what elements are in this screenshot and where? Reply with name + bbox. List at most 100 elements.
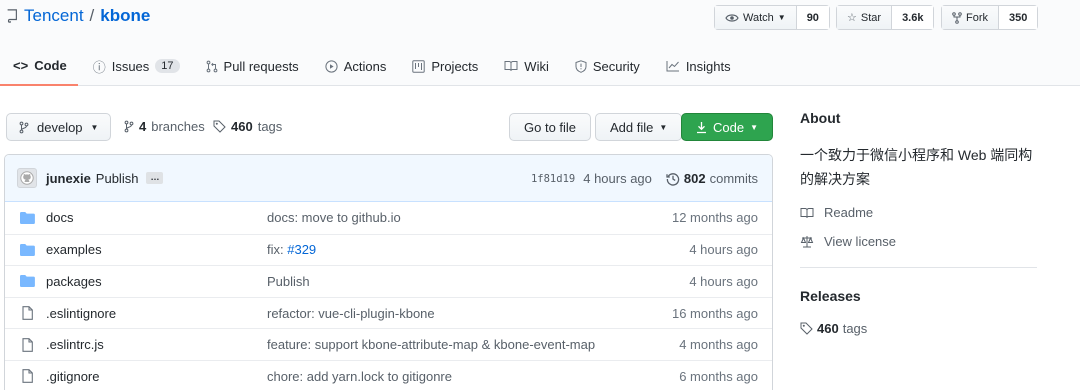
- tab-insights-label: Insights: [685, 58, 731, 74]
- issue-icon: ⓘ: [92, 59, 106, 75]
- tab-projects[interactable]: Projects: [399, 46, 489, 86]
- file-name-link[interactable]: .eslintignore: [46, 306, 116, 321]
- fork-count[interactable]: 350: [999, 6, 1038, 29]
- watch-label: Watch: [743, 11, 774, 24]
- tags-count: 460: [231, 119, 253, 134]
- code-button[interactable]: Code ▼: [681, 113, 773, 141]
- code-button-label: Code: [713, 119, 745, 135]
- commit-message[interactable]: Publish: [96, 171, 139, 186]
- table-row[interactable]: packages Publish 4 hours ago: [5, 265, 772, 297]
- commits-count: 802: [683, 171, 706, 186]
- file-commit-text: feature: support kbone-attribute-map & k…: [267, 337, 596, 353]
- file-rows: docs docs: move to github.io 12 months ago…: [5, 202, 772, 390]
- fork-button[interactable]: Fork: [942, 6, 999, 29]
- fork-icon: [952, 11, 962, 24]
- file-commit-age: 16 months ago: [671, 305, 758, 321]
- repo-name-link[interactable]: kbone: [100, 6, 150, 26]
- readme-label: Readme: [824, 205, 874, 220]
- releases-tags-count: 460: [817, 321, 839, 336]
- file-name-link[interactable]: examples: [46, 242, 102, 257]
- file-commit-message[interactable]: Publish: [267, 274, 310, 289]
- file-icon-wrap: [19, 306, 35, 320]
- file-name-link[interactable]: docs: [46, 210, 73, 225]
- file-commit-age: 6 months ago: [679, 368, 758, 384]
- releases-tags-link[interactable]: 460 tags: [800, 321, 1040, 336]
- file-commit-message[interactable]: feature: support kbone-attribute-map & k…: [267, 337, 595, 352]
- pull-request-icon: [206, 60, 217, 72]
- file-name-link[interactable]: packages: [46, 274, 102, 289]
- table-row[interactable]: .gitignore chore: add yarn.lock to gitigo…: [5, 359, 772, 390]
- commits-label: commits: [709, 171, 758, 186]
- sidebar-divider: [800, 267, 1037, 268]
- repo-owner-link[interactable]: Tencent: [24, 6, 84, 26]
- caret-down-icon: ▼: [777, 13, 786, 22]
- tab-security[interactable]: Security: [562, 46, 651, 86]
- add-file-button[interactable]: Add file ▼: [595, 113, 683, 141]
- star-button[interactable]: ☆ Star: [837, 6, 893, 29]
- file-commit-text: chore: add yarn.lock to gitigonre: [267, 368, 452, 384]
- add-file-label: Add file: [610, 119, 654, 135]
- table-row[interactable]: docs docs: move to github.io 12 months ago: [5, 202, 772, 234]
- tab-wiki[interactable]: Wiki: [491, 46, 560, 86]
- branch-icon: [124, 120, 134, 133]
- repo-description: 一个致力于微信小程序和 Web 端同构的解决方案: [800, 147, 1033, 187]
- branch-select-button[interactable]: develop ▼: [6, 113, 112, 141]
- releases-heading[interactable]: Releases: [800, 288, 1040, 304]
- license-link[interactable]: View license: [800, 234, 1040, 249]
- avatar[interactable]: [17, 168, 37, 188]
- book-icon: [800, 207, 814, 218]
- repo-title: Tencent / kbone: [6, 6, 150, 26]
- file-commit-message[interactable]: chore: add yarn.lock to gitigonre: [267, 369, 452, 384]
- file-icon: [21, 337, 33, 352]
- commit-author[interactable]: junexie: [46, 171, 91, 186]
- watch-button[interactable]: Watch ▼: [715, 6, 797, 29]
- commits-link[interactable]: 802 commits: [666, 171, 758, 186]
- file-toolbar: develop ▼ 4 branches 460 tags Go to file…: [6, 113, 774, 141]
- folder-icon-wrap: [19, 243, 35, 256]
- star-icon: ☆: [847, 12, 857, 24]
- tab-actions[interactable]: Actions: [312, 46, 398, 86]
- shield-icon: [575, 59, 587, 73]
- branch-icon: [19, 121, 29, 133]
- commit-expand-button[interactable]: …: [146, 172, 164, 184]
- file-commit-message[interactable]: refactor: vue-cli-plugin-kbone: [267, 306, 435, 321]
- issue-link[interactable]: #329: [287, 242, 316, 257]
- star-count[interactable]: 3.6k: [892, 6, 934, 29]
- table-row[interactable]: .eslintignore refactor: vue-cli-plugin-kb…: [5, 296, 772, 329]
- file-commit-text: docs: move to github.io: [267, 210, 401, 226]
- table-row[interactable]: examples fix: #329 4 hours ago: [5, 233, 772, 266]
- file-commit-age: 4 hours ago: [689, 242, 758, 258]
- tag-icon: [800, 322, 813, 335]
- book-icon: [504, 61, 518, 71]
- star-group: ☆ Star 3.6k: [836, 5, 935, 30]
- tags-link[interactable]: 460 tags: [213, 119, 282, 134]
- watch-count[interactable]: 90: [796, 6, 829, 29]
- tab-insights[interactable]: Insights: [653, 46, 742, 86]
- tab-wiki-label: Wiki: [524, 58, 549, 74]
- repo-separator: /: [89, 6, 95, 25]
- commit-meta: 1f81d19 4 hours ago 802 commits: [531, 155, 758, 202]
- tab-pull-requests-label: Pull requests: [223, 58, 299, 74]
- readme-link[interactable]: Readme: [800, 205, 1040, 220]
- caret-down-icon: ▼: [750, 122, 758, 132]
- file-commit-message[interactable]: docs: move to github.io: [267, 210, 401, 225]
- eye-icon: [725, 13, 739, 22]
- commit-sha[interactable]: 1f81d19: [531, 173, 575, 185]
- file-icon: [21, 369, 33, 384]
- go-to-file-button[interactable]: Go to file: [509, 113, 592, 141]
- graph-icon: [666, 61, 679, 72]
- tab-pull-requests[interactable]: Pull requests: [193, 46, 310, 86]
- github-logo-icon: [20, 171, 34, 185]
- history-icon: [666, 172, 680, 186]
- fork-label: Fork: [966, 11, 988, 24]
- file-list: junexie Publish … 1f81d19 4 hours ago 80…: [4, 154, 773, 390]
- branches-link[interactable]: 4 branches: [124, 119, 205, 134]
- tab-issues[interactable]: ⓘ Issues 17: [80, 46, 191, 86]
- file-name-link[interactable]: .eslintrc.js: [46, 337, 104, 352]
- tab-code[interactable]: <> Code: [0, 46, 78, 86]
- project-icon: [412, 59, 426, 73]
- file-name-link[interactable]: .gitignore: [46, 369, 99, 384]
- table-row[interactable]: .eslintrc.js feature: support kbone-attri…: [5, 328, 772, 360]
- file-commit-message[interactable]: fix: #329: [267, 242, 316, 257]
- repo-icon: [7, 9, 17, 23]
